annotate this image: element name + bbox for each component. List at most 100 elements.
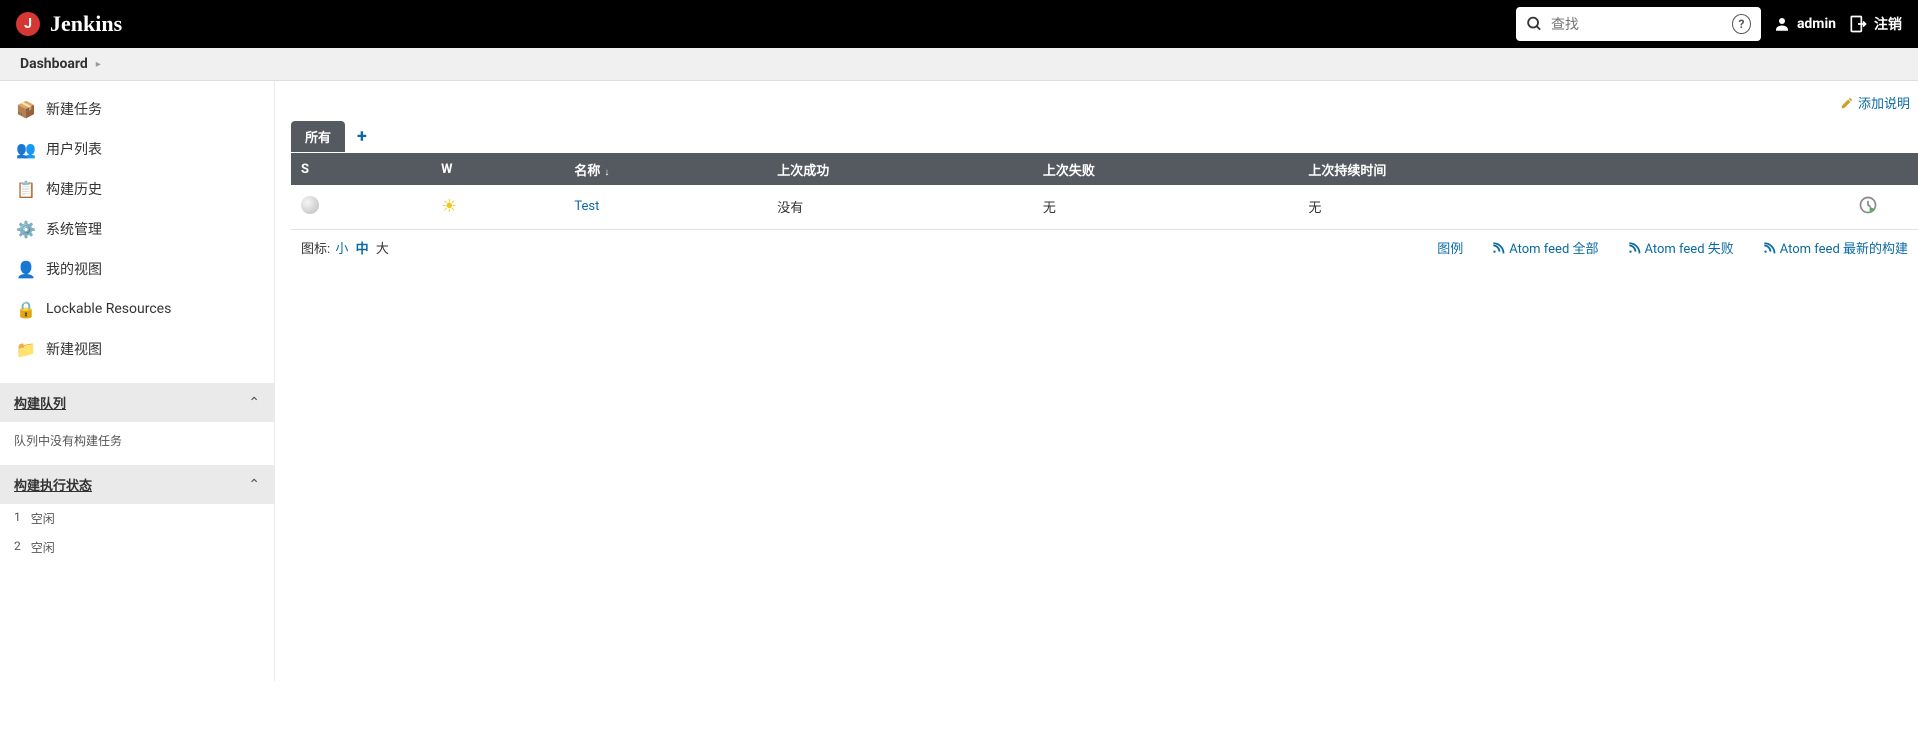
job-build-cell bbox=[1660, 185, 1918, 230]
col-name[interactable]: 名称 ↓ bbox=[564, 154, 767, 185]
search-box[interactable]: ? bbox=[1516, 7, 1761, 41]
col-weather[interactable]: W bbox=[431, 154, 564, 185]
executor-row: 1 空闲 bbox=[0, 504, 274, 533]
executor-header[interactable]: 构建执行状态 ⌃ bbox=[0, 465, 274, 504]
header-right: ? admin 注销 bbox=[1516, 7, 1902, 41]
icon-size-small[interactable]: 小 bbox=[335, 242, 348, 257]
icon-size-selector: 图标: 小 中 大 bbox=[301, 238, 391, 257]
feed-all-label: Atom feed 全部 bbox=[1509, 238, 1598, 257]
sidebar: 📦 新建任务 👥 用户列表 📋 构建历史 ⚙️ 系统管理 👤 我的视图 🔒 bbox=[0, 81, 275, 681]
job-name-cell: Test bbox=[564, 185, 767, 230]
executor-title: 构建执行状态 bbox=[14, 475, 92, 494]
atom-feed-failed[interactable]: Atom feed 失败 bbox=[1627, 238, 1734, 257]
job-last-success: 没有 bbox=[767, 185, 1033, 230]
sort-down-arrow-icon: ↓ bbox=[604, 167, 609, 178]
sidebar-item-label: 新建任务 bbox=[46, 99, 102, 119]
atom-feed-latest[interactable]: Atom feed 最新的构建 bbox=[1762, 238, 1908, 257]
sidebar-item-label: 新建视图 bbox=[46, 339, 102, 359]
col-last-duration[interactable]: 上次持续时间 bbox=[1298, 154, 1659, 185]
col-status[interactable]: S bbox=[291, 154, 431, 185]
logout-label: 注销 bbox=[1874, 14, 1902, 34]
col-name-label: 名称 bbox=[574, 164, 600, 179]
col-build bbox=[1660, 154, 1918, 185]
main-panel: 添加说明 所有 + S W 名称 ↓ 上次成功 上次失败 上次持续时间 bbox=[275, 81, 1918, 681]
rss-icon bbox=[1491, 240, 1505, 254]
user-link[interactable]: admin bbox=[1773, 15, 1836, 33]
breadcrumb-dashboard[interactable]: Dashboard bbox=[20, 56, 88, 72]
executor-row: 2 空闲 bbox=[0, 533, 274, 562]
feed-latest-label: Atom feed 最新的构建 bbox=[1780, 238, 1908, 257]
job-name-link[interactable]: Test bbox=[574, 199, 599, 214]
build-queue-empty: 队列中没有构建任务 bbox=[0, 422, 274, 459]
table-row: ☀ Test 没有 无 无 bbox=[291, 185, 1918, 230]
status-ball-icon bbox=[301, 196, 319, 214]
sidebar-item-label: 用户列表 bbox=[46, 139, 102, 159]
view-tabs: 所有 + bbox=[291, 120, 1918, 154]
build-queue-title: 构建队列 bbox=[14, 393, 66, 412]
add-description-label: 添加说明 bbox=[1858, 93, 1910, 112]
col-last-success[interactable]: 上次成功 bbox=[767, 154, 1033, 185]
build-queue-header[interactable]: 构建队列 ⌃ bbox=[0, 383, 274, 422]
job-status-cell bbox=[291, 185, 431, 230]
history-icon: 📋 bbox=[16, 179, 36, 199]
sidebar-item-label: 我的视图 bbox=[46, 259, 102, 279]
help-icon[interactable]: ? bbox=[1732, 14, 1751, 34]
top-header: J Jenkins ? admin 注销 bbox=[0, 0, 1918, 48]
executor-status: 空闲 bbox=[31, 539, 55, 556]
icon-size-large[interactable]: 大 bbox=[376, 242, 389, 257]
gear-icon: ⚙️ bbox=[16, 219, 36, 239]
tab-all[interactable]: 所有 bbox=[291, 121, 345, 152]
col-last-failure[interactable]: 上次失败 bbox=[1033, 154, 1299, 185]
rss-icon bbox=[1762, 240, 1776, 254]
logout-icon bbox=[1848, 14, 1868, 34]
search-icon bbox=[1526, 15, 1543, 33]
my-view-icon: 👤 bbox=[16, 259, 36, 279]
body-wrap: 📦 新建任务 👥 用户列表 📋 构建历史 ⚙️ 系统管理 👤 我的视图 🔒 bbox=[0, 81, 1918, 681]
pencil-icon bbox=[1840, 96, 1854, 110]
executor-num: 1 bbox=[14, 510, 21, 527]
feed-links: 图例 Atom feed 全部 Atom feed 失败 Atom feed 最… bbox=[1437, 238, 1908, 257]
chevron-up-icon[interactable]: ⌃ bbox=[248, 395, 260, 411]
clock-play-icon bbox=[1858, 195, 1878, 215]
sidebar-item-my-views[interactable]: 👤 我的视图 bbox=[0, 249, 274, 289]
top-actions: 添加说明 bbox=[291, 93, 1918, 114]
logout-link[interactable]: 注销 bbox=[1848, 14, 1902, 34]
jenkins-title[interactable]: Jenkins bbox=[50, 11, 122, 37]
sidebar-item-people[interactable]: 👥 用户列表 bbox=[0, 129, 274, 169]
table-footer: 图标: 小 中 大 图例 Atom feed 全部 Atom feed 失败 A… bbox=[291, 230, 1918, 265]
icon-size-medium[interactable]: 中 bbox=[356, 242, 369, 257]
people-icon: 👥 bbox=[16, 139, 36, 159]
sidebar-item-label: 构建历史 bbox=[46, 179, 102, 199]
job-last-failure: 无 bbox=[1033, 185, 1299, 230]
chevron-right-icon: ▸ bbox=[96, 59, 101, 70]
rss-icon bbox=[1627, 240, 1641, 254]
side-tasks: 📦 新建任务 👥 用户列表 📋 构建历史 ⚙️ 系统管理 👤 我的视图 🔒 bbox=[0, 81, 274, 377]
user-icon bbox=[1773, 15, 1791, 33]
lock-icon: 🔒 bbox=[16, 299, 36, 319]
header-left: J Jenkins bbox=[16, 11, 122, 37]
sidebar-item-build-history[interactable]: 📋 构建历史 bbox=[0, 169, 274, 209]
legend-link[interactable]: 图例 bbox=[1437, 238, 1463, 257]
search-input[interactable] bbox=[1551, 16, 1732, 32]
sidebar-item-new-view[interactable]: 📁 新建视图 bbox=[0, 329, 274, 369]
icon-size-label: 图标: bbox=[301, 242, 330, 257]
feed-failed-label: Atom feed 失败 bbox=[1645, 238, 1734, 257]
sidebar-item-label: Lockable Resources bbox=[46, 301, 171, 317]
chevron-up-icon[interactable]: ⌃ bbox=[248, 477, 260, 493]
sun-icon: ☀ bbox=[441, 196, 457, 217]
user-name: admin bbox=[1797, 16, 1836, 32]
job-weather-cell: ☀ bbox=[431, 185, 564, 230]
breadcrumb: Dashboard ▸ bbox=[0, 48, 1918, 81]
executor-status: 空闲 bbox=[31, 510, 55, 527]
sidebar-item-label: 系统管理 bbox=[46, 219, 102, 239]
executor-num: 2 bbox=[14, 539, 21, 556]
folder-plus-icon: 📁 bbox=[16, 339, 36, 359]
sidebar-item-lockable[interactable]: 🔒 Lockable Resources bbox=[0, 289, 274, 329]
schedule-build-button[interactable] bbox=[1858, 204, 1878, 219]
jenkins-logo-icon[interactable]: J bbox=[16, 12, 40, 36]
sidebar-item-manage[interactable]: ⚙️ 系统管理 bbox=[0, 209, 274, 249]
atom-feed-all[interactable]: Atom feed 全部 bbox=[1491, 238, 1598, 257]
tab-add-button[interactable]: + bbox=[345, 120, 379, 153]
add-description-link[interactable]: 添加说明 bbox=[1840, 93, 1910, 112]
sidebar-item-new-job[interactable]: 📦 新建任务 bbox=[0, 89, 274, 129]
